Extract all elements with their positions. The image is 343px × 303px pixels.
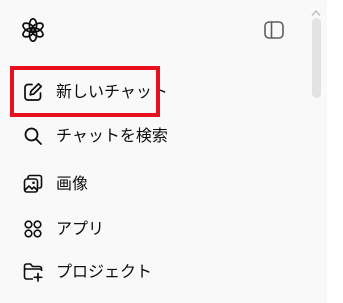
search-chats-button[interactable]: チャットを検索	[12, 116, 302, 156]
apps-button[interactable]: アプリ	[12, 209, 302, 249]
apps-label: アプリ	[56, 219, 105, 238]
images-icon	[22, 173, 44, 195]
app-window: 新しいチャット チャットを検索 画像 アプリ プロジェクト	[0, 0, 343, 303]
images-button[interactable]: 画像	[12, 164, 302, 204]
sidebar-toggle-icon[interactable]	[263, 19, 285, 41]
new-chat-label: 新しいチャット	[56, 82, 168, 101]
images-label: 画像	[56, 174, 89, 193]
scrollbar-thumb[interactable]	[312, 18, 321, 98]
projects-label: プロジェクト	[56, 262, 153, 281]
scroll-up-arrow-icon[interactable]	[311, 2, 321, 16]
search-icon	[22, 125, 44, 147]
projects-button[interactable]: プロジェクト	[12, 252, 302, 292]
window-edge	[327, 0, 343, 303]
folder-add-icon	[22, 261, 44, 283]
chatgpt-logo-icon[interactable]	[20, 17, 46, 43]
apps-grid-icon	[22, 218, 44, 240]
new-chat-button[interactable]: 新しいチャット	[12, 72, 302, 112]
search-chats-label: チャットを検索	[56, 126, 168, 145]
sidebar: 新しいチャット チャットを検索 画像 アプリ プロジェクト	[0, 0, 327, 303]
edit-pencil-icon	[22, 81, 44, 103]
